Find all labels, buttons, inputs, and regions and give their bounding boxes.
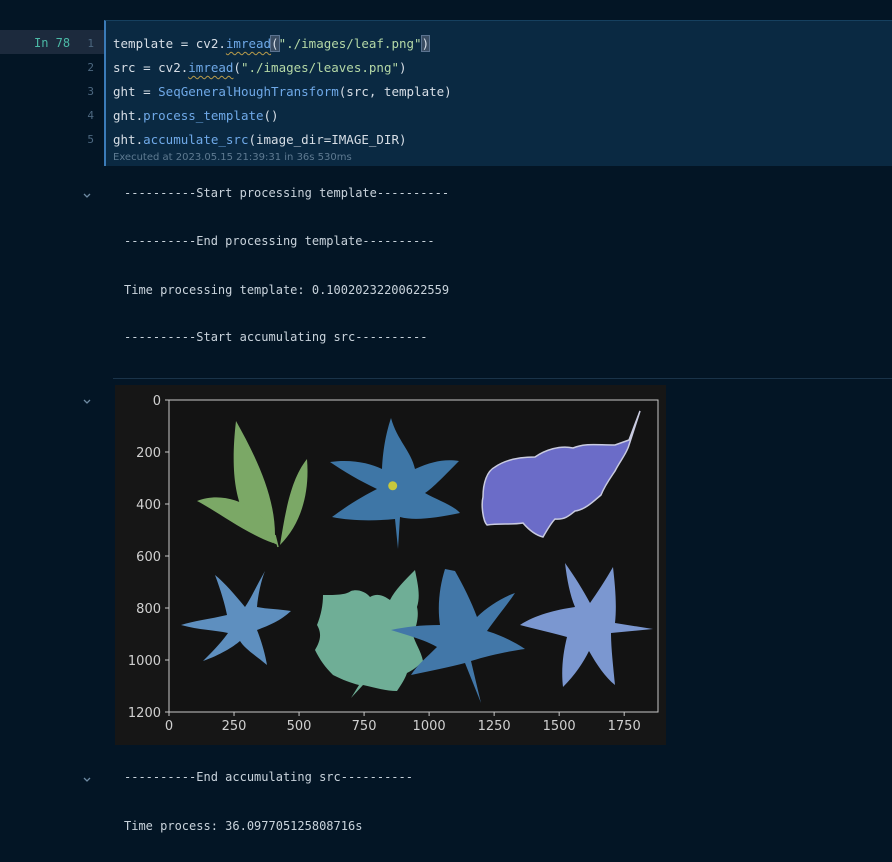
output-line: ----------End processing template-------… xyxy=(124,234,435,248)
x-tick-label: 750 xyxy=(352,719,377,734)
execution-count: In 78 xyxy=(34,36,71,50)
output-divider xyxy=(113,378,892,379)
x-tick-label: 500 xyxy=(287,719,312,734)
image-plot: 0 250 500 750 1000 1250 1500 1750 0 200 400 600 800… xyxy=(128,394,659,734)
y-tick-label: 200 xyxy=(136,446,161,461)
y-tick-label: 800 xyxy=(136,602,161,617)
code-line[interactable]: ght.process_template() xyxy=(113,108,279,123)
collapse-output-chevron-icon[interactable] xyxy=(82,186,92,198)
collapse-output-chevron-icon[interactable] xyxy=(82,770,92,782)
y-axis: 0 200 400 600 800 1000 1200 xyxy=(128,394,169,721)
code-line[interactable]: ght.accumulate_src(image_dir=IMAGE_DIR) xyxy=(113,132,407,147)
output-line: ----------End accumulating src---------- xyxy=(124,770,413,784)
line-number: 2 xyxy=(87,61,94,74)
plot-output: 0 250 500 750 1000 1250 1500 1750 0 200 400 600 800… xyxy=(115,385,666,745)
code-line[interactable]: template = cv2.imread("./images/leaf.png… xyxy=(113,35,431,52)
x-tick-label: 1250 xyxy=(478,719,511,734)
x-tick-label: 1750 xyxy=(608,719,641,734)
output-line: ----------Start accumulating src--------… xyxy=(124,330,428,344)
output-line: ----------Start processing template-----… xyxy=(124,186,450,200)
x-tick-label: 1500 xyxy=(543,719,576,734)
code-line[interactable]: src = cv2.imread("./images/leaves.png") xyxy=(113,60,407,75)
output-line: Time process: 36.097705125808716s xyxy=(124,819,363,833)
y-tick-label: 1200 xyxy=(128,706,161,721)
output-line: Time processing template: 0.100202322006… xyxy=(124,283,450,297)
y-tick-label: 600 xyxy=(136,550,161,565)
x-tick-label: 0 xyxy=(165,719,173,734)
code-line[interactable]: ght = SeqGeneralHoughTransform(src, temp… xyxy=(113,84,452,99)
line-number: 5 xyxy=(87,133,94,146)
collapse-plot-chevron-icon[interactable] xyxy=(82,392,92,404)
detected-point xyxy=(388,481,398,491)
line-number: 4 xyxy=(87,109,94,122)
execution-info: Executed at 2023.05.15 21:39:31 in 36s 5… xyxy=(113,152,352,163)
x-tick-label: 1000 xyxy=(413,719,446,734)
y-tick-label: 1000 xyxy=(128,654,161,669)
line-number: 1 xyxy=(87,37,94,50)
x-axis: 0 250 500 750 1000 1250 1500 1750 xyxy=(165,712,641,734)
y-tick-label: 400 xyxy=(136,498,161,513)
line-number: 3 xyxy=(87,85,94,98)
y-tick-label: 0 xyxy=(153,394,161,409)
x-tick-label: 250 xyxy=(222,719,247,734)
